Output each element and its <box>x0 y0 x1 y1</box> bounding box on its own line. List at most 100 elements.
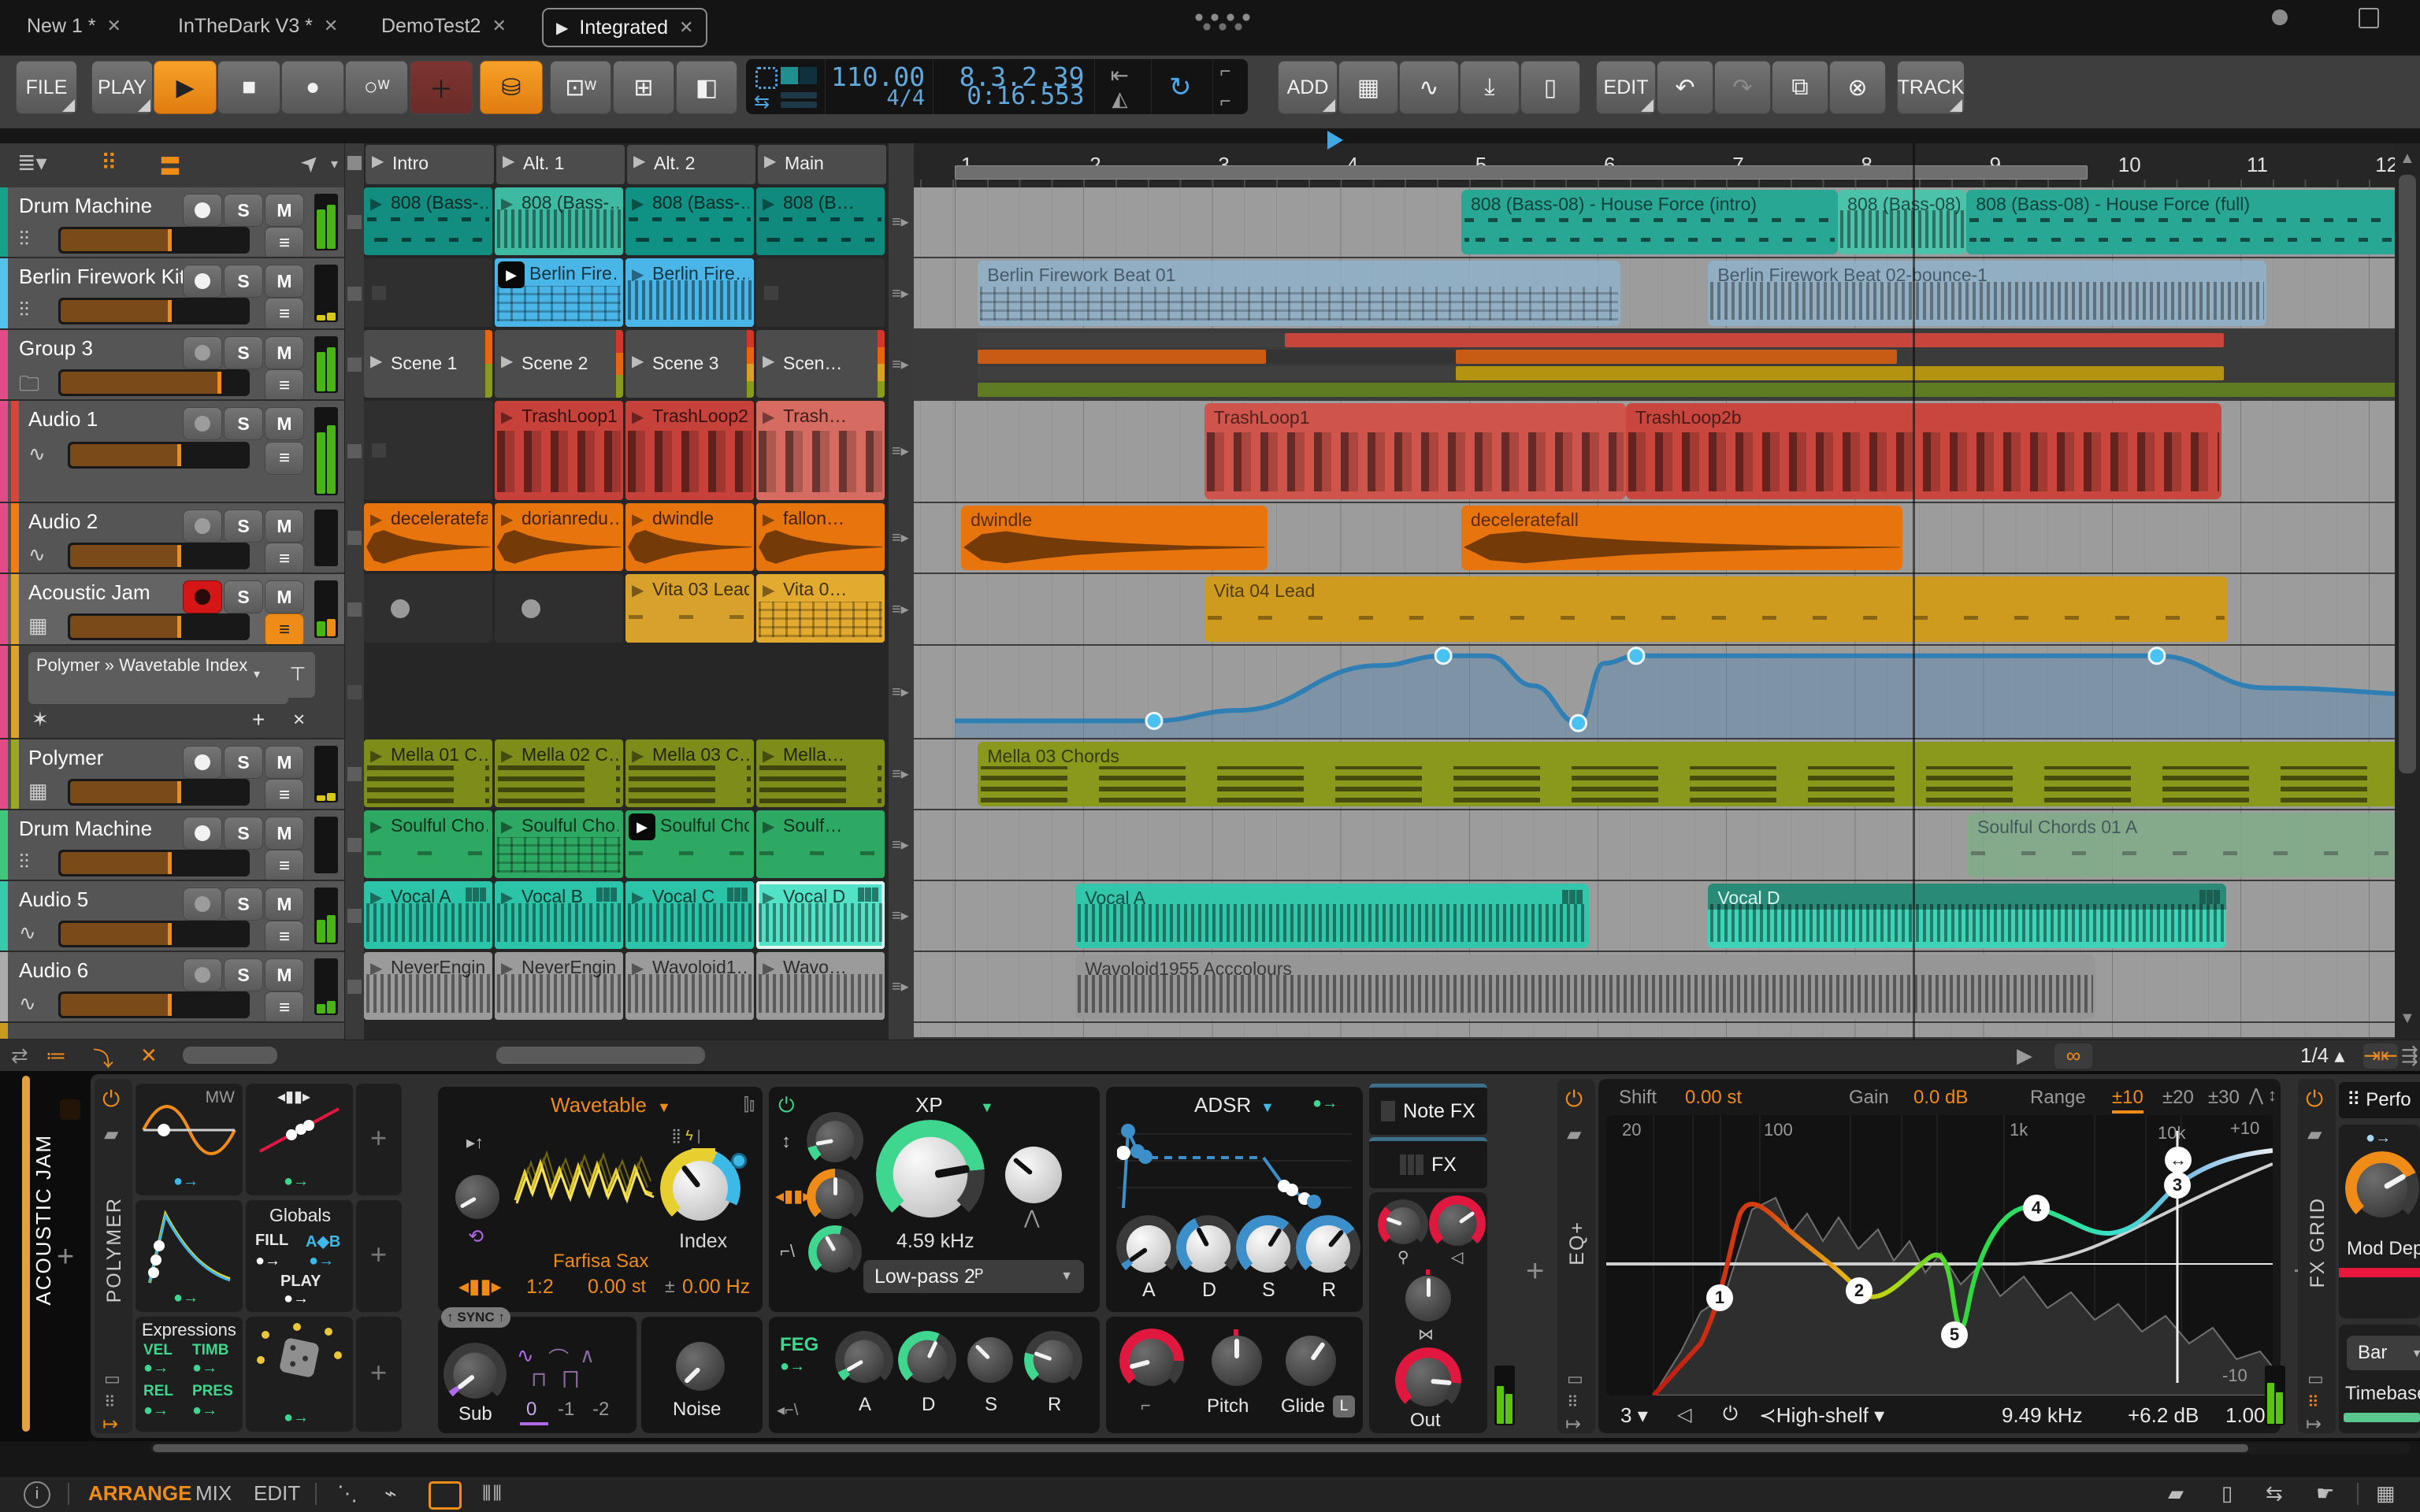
file-button[interactable]: FILE <box>16 61 77 114</box>
out-knob[interactable] <box>1402 1354 1454 1406</box>
launcher-clip[interactable]: ▶deceleratefall <box>364 503 492 571</box>
arm-record-button[interactable] <box>183 336 222 369</box>
scene-menu-icon[interactable]: ≡▸ <box>892 764 909 784</box>
eq-band-marker[interactable]: 1 <box>1706 1284 1733 1311</box>
vel-sens-knob[interactable] <box>1383 1205 1423 1244</box>
tab-close-icon[interactable]: ✕ <box>107 16 121 36</box>
arm-record-button[interactable] <box>183 194 222 227</box>
arranger-clip[interactable]: Wavoloid1955 Acccolours <box>1075 954 2095 1019</box>
filter-mode-dropdown[interactable]: Low-pass 2ᴾ▼ <box>863 1260 1084 1293</box>
mute-button[interactable]: M <box>265 336 304 369</box>
track-row[interactable]: PolymerSM▦≡ <box>0 739 344 810</box>
track-menu-button[interactable]: ≡ <box>265 779 304 810</box>
eq-range-10[interactable]: ±10 <box>2112 1087 2143 1114</box>
eq-band-gain[interactable]: +6.2 dB <box>2128 1403 2199 1428</box>
launcher-empty-slot[interactable] <box>756 258 885 327</box>
arranger-lane[interactable]: Berlin Firework Beat 01Berlin Firework B… <box>914 258 2395 330</box>
modulator-random-cell[interactable]: ●→ <box>246 1317 353 1432</box>
mute-button[interactable]: M <box>265 265 304 298</box>
device-preset-folder-icon[interactable]: ▰ <box>104 1123 118 1146</box>
track-menu-button[interactable]: ≡ <box>265 850 304 881</box>
redo-button[interactable]: ↷ <box>1714 61 1771 114</box>
scene-menu-icon[interactable]: ≡▸ <box>892 441 909 461</box>
automation-param-dropdown[interactable]: Polymer » Wavetable Index <box>28 652 288 704</box>
launcher-clip[interactable]: ▶Soulful Cho… <box>495 810 623 878</box>
device-power-icon[interactable]: ⏻ <box>1565 1087 1583 1113</box>
clip-play-icon[interactable]: ▶ <box>370 510 382 529</box>
volume-fader[interactable] <box>58 850 250 876</box>
scene-menu-icon[interactable]: ≡▸ <box>892 354 909 374</box>
arranger-lane[interactable]: 808 (Bass-08) - House Force (intro)808 (… <box>914 187 2395 258</box>
clip-play-icon[interactable]: ▶ <box>501 746 513 765</box>
launcher-clip[interactable]: ▶Mella 03 C… <box>625 739 754 807</box>
sub-oct-2[interactable]: -2 <box>592 1399 609 1421</box>
device-hscroll[interactable] <box>150 1443 2411 1454</box>
modulation-out-icon[interactable]: ↦ <box>102 1413 118 1436</box>
launcher-clip[interactable]: ▶808 (Bass-… <box>625 187 754 255</box>
arranger-clip[interactable]: 808 (Bass-08) - House Force (full) <box>1966 190 2395 254</box>
clip-play-icon[interactable]: ▶ <box>370 888 382 907</box>
launcher-clip[interactable]: ▶Berlin Fire… <box>495 258 623 327</box>
arranger-clip[interactable]: TrashLoop2b <box>1626 403 2221 499</box>
track-menu-button[interactable]: ≡ <box>265 369 304 401</box>
pres-route-icon[interactable]: ●→ <box>192 1402 217 1420</box>
modulator-expressions-cell[interactable]: Expressions VEL TIMB ●→ ●→ REL PRES ●→ ●… <box>135 1317 243 1432</box>
solo-button[interactable]: S <box>224 888 263 921</box>
clip-play-icon[interactable]: ▶ <box>370 194 382 213</box>
track-row[interactable]: Berlin Firework KitSM⫶⫶≡ <box>0 258 344 330</box>
launcher-empty-slot[interactable] <box>364 574 492 643</box>
track-height-icon[interactable]: ≔ <box>46 1043 66 1068</box>
clip-play-icon[interactable]: ▶ <box>632 746 644 765</box>
mod-route-icon[interactable]: ●→ <box>173 1289 199 1307</box>
amp-s-knob[interactable] <box>1243 1222 1294 1273</box>
overdub-button[interactable]: ○ʷ <box>345 61 408 114</box>
clip-playing-icon[interactable]: ▶ <box>629 813 655 840</box>
add-effect-track-button[interactable]: ⤓ <box>1460 61 1520 114</box>
osc-coarse[interactable]: 0.00 <box>588 1276 626 1299</box>
mod-depth-knob[interactable] <box>2353 1159 2411 1217</box>
osc-type-caret-icon[interactable]: ▼ <box>657 1099 671 1116</box>
clip-stop-button[interactable] <box>347 838 362 852</box>
resonance-knob[interactable] <box>1005 1147 1062 1203</box>
amp-d-knob[interactable] <box>1183 1222 1234 1273</box>
edit-tab[interactable]: EDIT <box>254 1481 300 1506</box>
arranger-clip[interactable]: Soulful Chords 01 A <box>1968 813 2395 877</box>
clip-stop-button[interactable] <box>347 444 362 458</box>
scene-play-icon[interactable]: ▶ <box>763 351 774 371</box>
tool-caret-icon[interactable]: ▾ <box>331 156 338 172</box>
clip-play-icon[interactable]: ▶ <box>763 817 774 836</box>
modulator-keytrack-cell[interactable]: ◂▮▮▸ ●→ <box>246 1084 353 1195</box>
solo-button[interactable]: S <box>224 194 263 227</box>
volume-fader[interactable] <box>68 779 250 806</box>
clip-launcher-record-button[interactable]: ⛁ <box>480 61 543 114</box>
feg-a-knob[interactable] <box>841 1337 887 1383</box>
launcher-clip[interactable]: ▶Vocal D <box>756 881 885 949</box>
wavetable-name[interactable]: Farfisa Sax <box>553 1251 648 1273</box>
launcher-clip[interactable]: ▶808 (B… <box>756 187 885 255</box>
volume-fader[interactable] <box>68 543 250 569</box>
track-row[interactable]: Audio 5SM∿≡ <box>0 881 344 952</box>
mute-button[interactable]: M <box>265 510 304 543</box>
sync-badge[interactable]: ↑ SYNC ↑ <box>441 1307 510 1328</box>
modulator-envelope-cell[interactable]: ●→ <box>135 1200 243 1312</box>
project-tab[interactable]: DemoTest2 ✕ <box>369 8 519 44</box>
arranger-lane[interactable]: Soulful Chords 01 A <box>914 810 2395 881</box>
clip-play-icon[interactable]: ▶ <box>632 958 644 978</box>
arranger-lane[interactable]: Vocal AVocal D <box>914 881 2395 952</box>
solo-button[interactable]: S <box>224 336 263 369</box>
timesig-value[interactable]: 4/4 <box>886 87 925 109</box>
arm-record-button[interactable] <box>183 888 222 921</box>
routing-view-icon[interactable]: ⋱ <box>337 1481 358 1506</box>
clip-stop-button[interactable] <box>347 531 362 545</box>
arranger-clip[interactable]: Vocal A <box>1075 884 1588 948</box>
launcher-clip[interactable]: ▶808 (Bass-… <box>495 187 623 255</box>
clip-play-icon[interactable]: ▶ <box>370 817 382 836</box>
solo-button[interactable]: S <box>224 407 263 440</box>
info-icon[interactable]: i <box>24 1481 50 1508</box>
audio-engine-segment[interactable]: ⇆ <box>746 59 826 114</box>
pitch-knob[interactable] <box>1212 1336 1262 1386</box>
arranger-view-icon[interactable]: 〓 <box>159 150 181 181</box>
env-route-icon[interactable]: ●→ <box>1312 1095 1338 1113</box>
scene-header[interactable]: ▶Alt. 2 <box>627 145 755 184</box>
retrigger-icon[interactable]: ▸↑ <box>466 1132 484 1153</box>
